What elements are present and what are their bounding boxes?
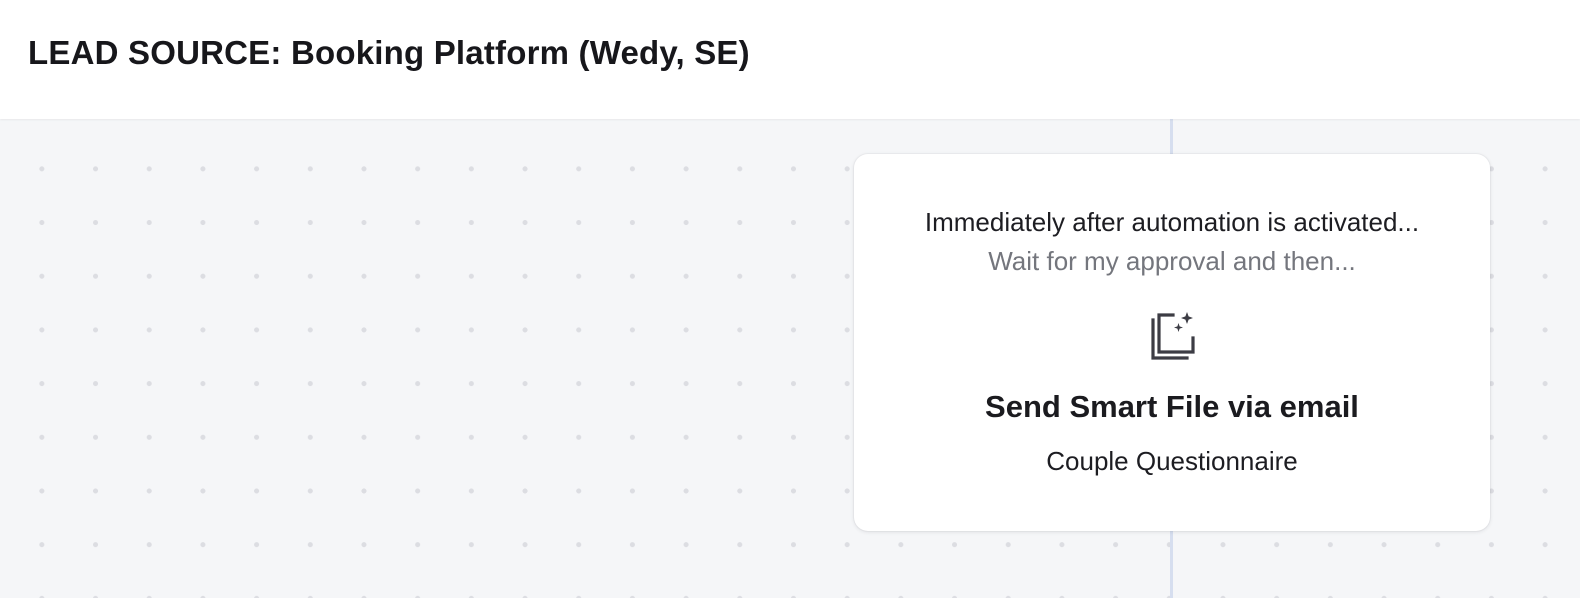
smart-file-icon <box>1151 312 1199 362</box>
page-header: LEAD SOURCE: Booking Platform (Wedy, SE) <box>0 0 1580 119</box>
page-title: LEAD SOURCE: Booking Platform (Wedy, SE) <box>28 34 750 71</box>
step-action-detail: Couple Questionnaire <box>1046 446 1298 476</box>
automation-step-card[interactable]: Immediately after automation is activate… <box>854 154 1490 531</box>
workflow-canvas[interactable]: Immediately after automation is activate… <box>0 119 1580 598</box>
step-action-title: Send Smart File via email <box>985 389 1359 424</box>
step-wait-text: Wait for my approval and then... <box>988 246 1356 276</box>
step-trigger-text: Immediately after automation is activate… <box>924 207 1420 237</box>
